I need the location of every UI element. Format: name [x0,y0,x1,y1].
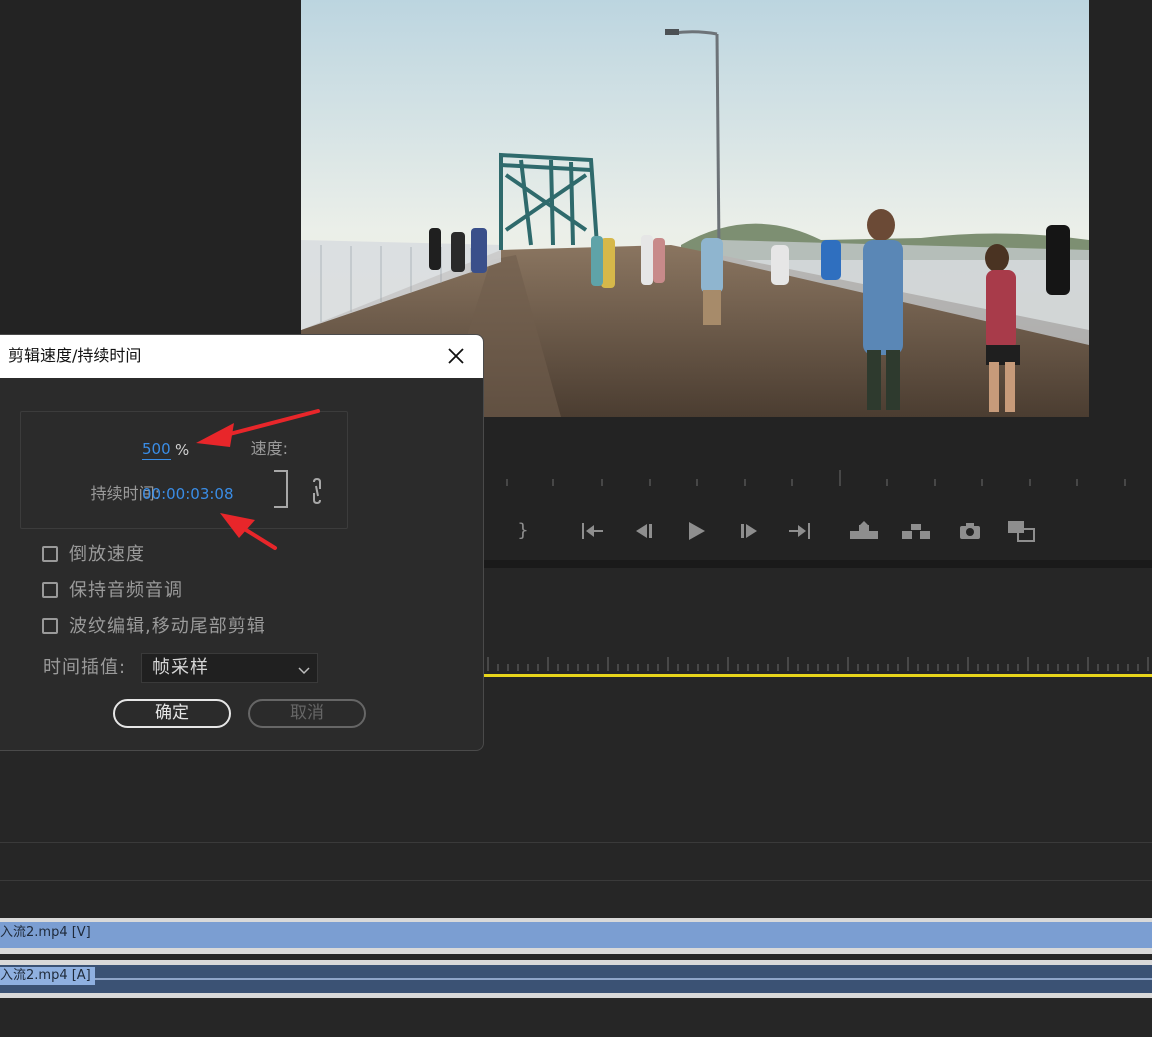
go-to-out-icon[interactable] [782,512,816,550]
export-frame-icon[interactable] [953,512,987,550]
extract-icon[interactable] [899,512,933,550]
time-interpolation-select[interactable]: 帧采样 [141,653,318,683]
ok-button[interactable]: 确定 [113,699,231,728]
speed-label: 速度: [250,439,288,458]
chevron-down-icon [297,662,311,675]
track-divider [0,842,1152,843]
checkbox-box[interactable] [42,546,58,562]
timeline-time-ruler[interactable] [484,655,1152,675]
play-icon[interactable] [679,512,713,550]
panel-divider[interactable] [484,560,1152,568]
step-back-icon[interactable] [627,512,661,550]
cancel-button[interactable]: 取消 [248,699,366,728]
monitor-time-ruler[interactable] [484,470,1152,490]
dialog-title: 剪辑速度/持续时间 [8,346,142,365]
lift-icon[interactable] [847,512,881,550]
time-interpolation-label: 时间插值: [43,657,127,678]
checkbox-box[interactable] [42,582,58,598]
audio-clip-label: 入流2.mp4 [A] [0,967,95,985]
duration-input[interactable]: 00:00:03:08 [142,484,234,504]
go-to-in-icon[interactable] [576,512,610,550]
step-forward-icon[interactable] [732,512,766,550]
chain-link-icon[interactable] [306,477,328,505]
playhead-line[interactable] [484,674,1152,677]
compare-icon[interactable] [1004,512,1038,550]
speed-unit: % [175,441,190,459]
ripple-edit-label: 波纹编辑,移动尾部剪辑 [69,616,266,637]
dialog-titlebar[interactable]: 剪辑速度/持续时间 [0,335,483,378]
mark-out-icon[interactable]: } [506,512,540,550]
close-icon[interactable] [443,343,469,369]
speed-duration-group [20,411,348,529]
audio-waveform-line [0,978,1152,980]
video-clip-label: 入流2.mp4 [V] [0,925,91,940]
transport-controls: } [484,512,1152,552]
checkbox-box[interactable] [42,618,58,634]
video-clip[interactable] [0,922,1152,948]
track-divider [0,880,1152,881]
clip-speed-duration-dialog: 剪辑速度/持续时间 速度: 500 % 持续时间: 00:00:03:08 倒放… [0,334,484,751]
speed-input[interactable]: 500 [142,439,171,460]
link-bracket [274,470,288,508]
time-interpolation-value: 帧采样 [152,657,209,678]
maintain-pitch-label: 保持音频音调 [69,580,183,601]
reverse-speed-label: 倒放速度 [69,544,145,565]
